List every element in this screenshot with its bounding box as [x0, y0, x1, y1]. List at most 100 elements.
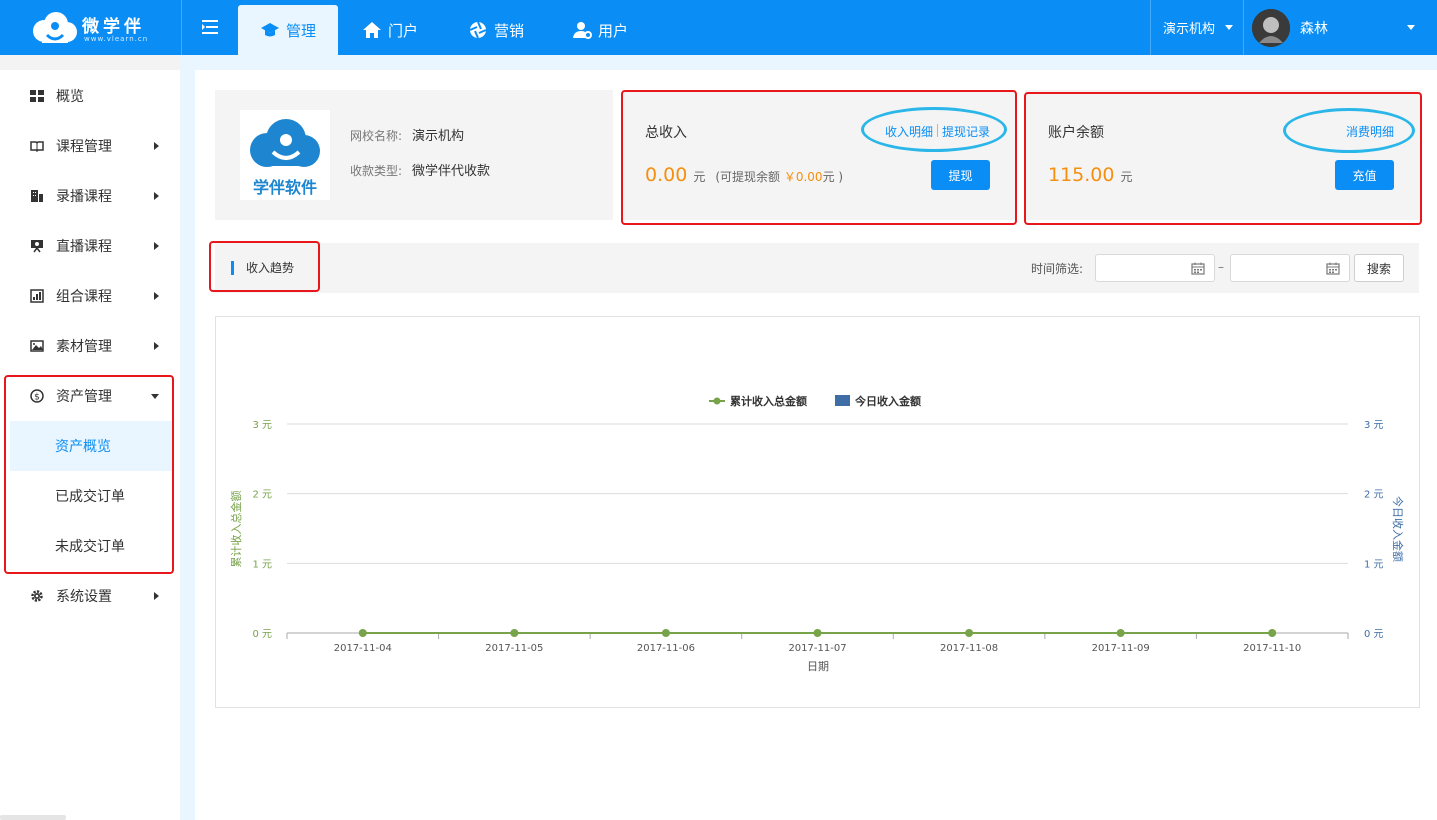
image-icon [30, 340, 44, 352]
balance-unit: 元 [1120, 170, 1133, 184]
avatar-image-icon [1252, 8, 1290, 47]
school-logo-text: 学伴软件 [252, 178, 317, 197]
grid-icon [30, 90, 44, 102]
withdraw-record-link[interactable]: 提现记录 [942, 123, 990, 140]
user-menu[interactable]: 森林 [1243, 0, 1437, 55]
sidebar-subitem-pending-orders[interactable]: 未成交订单 [10, 521, 172, 571]
balance-amount: 115.00 [1048, 164, 1115, 186]
sidebar-item-materials[interactable]: 素材管理 [0, 321, 180, 371]
data-point [510, 629, 519, 637]
start-date-input[interactable] [1095, 254, 1215, 282]
school-type-value: 微学伴代收款 [412, 164, 491, 179]
link-separator [937, 124, 939, 137]
sidebar-item-settings[interactable]: 系统设置 [0, 571, 180, 621]
balance-links: 消费明细 [1346, 123, 1394, 140]
header-divider [181, 0, 182, 55]
school-name-row: 网校名称: 演示机构 [350, 125, 464, 144]
horizontal-scrollbar[interactable] [0, 815, 66, 820]
x-tick-label: 2017-11-05 [485, 643, 543, 654]
school-type-row: 收款类型: 微学伴代收款 [350, 160, 490, 179]
income-card: 总收入 收入明细 提现记录 0.00 元 (可提现余额 ￥0.00元 ) 提现 [622, 90, 1016, 220]
sidebar-item-assets[interactable]: $ 资产管理 [0, 371, 180, 421]
withdrawable-suffix: 元 ) [822, 170, 844, 184]
x-tick-label: 2017-11-04 [334, 643, 392, 654]
chevron-down-icon [1225, 25, 1234, 30]
sidebar-item-bundle[interactable]: 组合课程 [0, 271, 180, 321]
chevron-right-icon [154, 342, 159, 350]
x-tick-label: 2017-11-10 [1243, 643, 1301, 654]
y-tick-label-right: 0 元 [1364, 629, 1384, 640]
tab-portal-label: 门户 [388, 21, 419, 40]
y-tick-label-left: 1 元 [252, 559, 272, 570]
income-amount: 0.00 [645, 164, 688, 186]
brand-url: www.vlearn.cn [84, 35, 149, 43]
calendar-icon[interactable] [1191, 262, 1205, 275]
tab-users[interactable]: 用户 [572, 5, 628, 55]
x-tick-label: 2017-11-07 [788, 643, 846, 654]
tab-marketing-label: 营销 [494, 21, 525, 40]
balance-card: 账户余额 消费明细 115.00 元 充值 [1025, 90, 1421, 220]
tab-users-label: 用户 [598, 21, 629, 40]
tab-manage[interactable]: 管理 [238, 5, 338, 55]
sidebar-item-label: 直播课程 [56, 239, 112, 255]
y-axis-label-left: 累计收入总金额 [229, 491, 243, 568]
income-amount-row: 0.00 元 (可提现余额 ￥0.00元 ) [645, 164, 843, 186]
brand-logo[interactable]: 微学伴 www.vlearn.cn [30, 8, 180, 48]
balance-amount-row: 115.00 元 [1048, 164, 1133, 186]
sidebar-item-label: 课程管理 [56, 139, 112, 155]
data-point [965, 629, 974, 637]
sidebar-item-label: 系统设置 [56, 589, 112, 605]
org-select[interactable]: 演示机构 [1150, 0, 1242, 55]
chevron-down-icon [151, 393, 159, 399]
sidebar-item-live[interactable]: 直播课程 [0, 221, 180, 271]
chevron-right-icon [154, 592, 159, 600]
consumption-detail-link[interactable]: 消费明细 [1346, 123, 1394, 140]
sidebar-subitem-completed-orders[interactable]: 已成交订单 [10, 471, 172, 521]
chart-svg: 0 元 0 元 1 元 1 元 2 元 2 元 3 元 3 元 2017-11-04 2017-1… [229, 394, 1405, 673]
withdraw-button[interactable]: 提现 [931, 160, 990, 190]
brand-name: 微学伴 [82, 17, 145, 37]
chevron-right-icon [154, 292, 159, 300]
tab-manage-label: 管理 [285, 21, 316, 40]
building-icon [31, 190, 43, 202]
sidebar-item-recorded[interactable]: 录播课程 [0, 171, 180, 221]
recharge-button[interactable]: 充值 [1335, 160, 1394, 190]
y-tick-label-left: 3 元 [252, 420, 272, 431]
end-date-input[interactable] [1230, 254, 1350, 282]
income-title: 总收入 [645, 125, 687, 141]
org-select-label: 演示机构 [1163, 22, 1216, 37]
income-links: 收入明细 提现记录 [885, 123, 990, 140]
sidebar-subitem-label: 资产概览 [55, 439, 111, 455]
sidebar-item-overview[interactable]: 概览 [0, 71, 180, 121]
sidebar-gutter [180, 55, 195, 820]
chevron-right-icon [154, 142, 159, 150]
gear-icon [31, 590, 43, 602]
income-detail-link[interactable]: 收入明细 [885, 123, 933, 140]
x-tick-label: 2017-11-09 [1092, 643, 1150, 654]
sidebar-item-label: 录播课程 [56, 189, 112, 205]
school-card: 学伴软件 网校名称: 演示机构 收款类型: 微学伴代收款 [215, 90, 613, 220]
filter-bar: 收入趋势 时间筛选: – 搜索 [215, 243, 1419, 293]
aperture-icon [469, 21, 487, 39]
income-trend-chart: 0 元 0 元 1 元 1 元 2 元 2 元 3 元 3 元 2017-11-04 2017-1… [215, 316, 1420, 708]
home-icon [363, 22, 381, 38]
search-button[interactable]: 搜索 [1354, 254, 1404, 282]
tab-marketing[interactable]: 营销 [468, 5, 524, 55]
tab-portal[interactable]: 门户 [362, 5, 418, 55]
chevron-right-icon [154, 242, 159, 250]
balance-title: 账户余额 [1048, 125, 1104, 141]
menu-toggle-icon[interactable] [200, 18, 220, 36]
user-name: 森林 [1300, 20, 1328, 37]
school-type-label: 收款类型: [350, 164, 403, 178]
calendar-icon[interactable] [1326, 262, 1340, 275]
school-name-label: 网校名称: [350, 129, 403, 143]
sidebar-item-courses[interactable]: 课程管理 [0, 121, 180, 171]
content-top-strip [181, 55, 1437, 70]
trend-title: 收入趋势 [231, 261, 294, 275]
sidebar-subitem-asset-overview[interactable]: 资产概览 [10, 421, 172, 471]
y-tick-label-right: 2 元 [1364, 490, 1384, 501]
school-name-value: 演示机构 [412, 129, 465, 144]
data-point [358, 629, 367, 637]
legend-label: 今日收入金额 [854, 394, 921, 408]
withdrawable-prefix: (可提现余额 [715, 170, 781, 184]
